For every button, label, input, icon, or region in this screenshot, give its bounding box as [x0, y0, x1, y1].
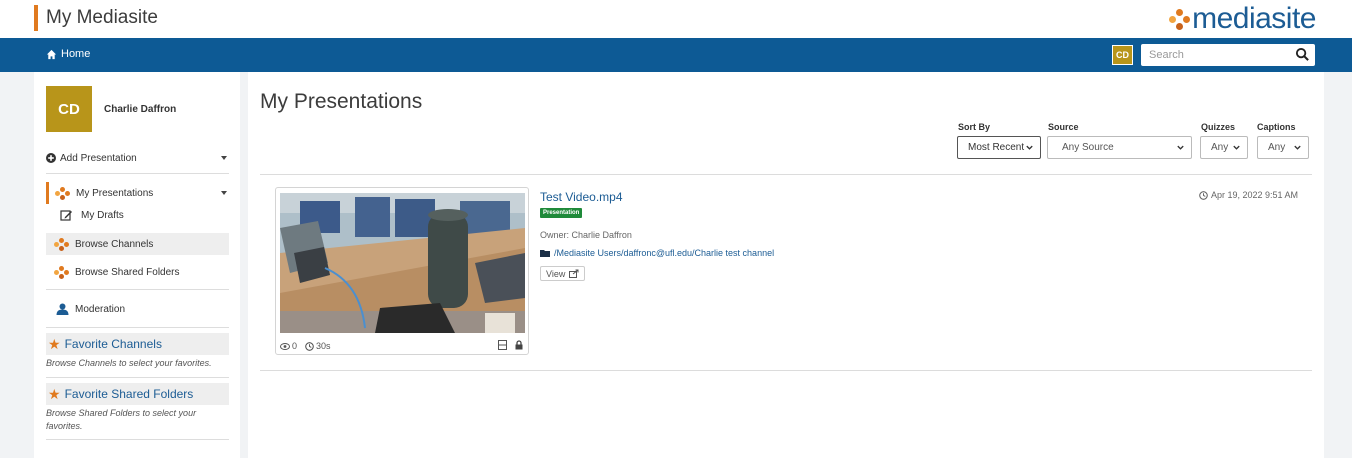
sidebar-item-my-presentations[interactable]: My Presentations — [46, 182, 229, 204]
presentation-date: Apr 19, 2022 9:51 AM — [1199, 190, 1298, 200]
eye-icon — [280, 342, 290, 350]
add-presentation-label: Add Presentation — [60, 152, 137, 164]
search-input[interactable] — [1141, 49, 1281, 61]
sidebar-item-label: Moderation — [75, 303, 126, 315]
clock-icon — [305, 341, 314, 351]
divider — [46, 377, 229, 378]
home-label: Home — [61, 48, 91, 60]
star-icon: ★ — [48, 336, 61, 352]
sidebar-item-moderation[interactable]: Moderation — [46, 298, 229, 320]
sidebar-item-my-drafts[interactable]: My Drafts — [46, 204, 229, 226]
captions-label: Captions — [1257, 122, 1296, 132]
page-title: My Presentations — [260, 90, 423, 113]
divider — [260, 370, 1312, 371]
mediasite-dots-icon — [55, 187, 70, 200]
quizzes-value: Any — [1211, 142, 1229, 153]
sidebar-item-label: Browse Shared Folders — [75, 266, 180, 278]
favorite-shared-folders-heading[interactable]: ★ Favorite Shared Folders — [46, 383, 229, 405]
duration-value: 30s — [316, 341, 331, 351]
divider — [46, 289, 229, 290]
home-icon — [46, 49, 57, 59]
divider — [46, 173, 229, 174]
date-value: Apr 19, 2022 9:51 AM — [1210, 190, 1298, 200]
captions-value: Any — [1268, 142, 1286, 153]
chevron-down-icon — [1294, 145, 1301, 150]
mediasite-dots-icon — [54, 266, 69, 279]
home-link[interactable]: Home — [46, 48, 90, 60]
sidebar-item-browse-shared-folders[interactable]: Browse Shared Folders — [46, 261, 229, 283]
chevron-down-icon — [221, 191, 227, 195]
sidebar-item-label: Browse Channels — [75, 238, 154, 250]
favorite-channels-note: Browse Channels to select your favorites… — [46, 358, 212, 368]
presentation-title-link[interactable]: Test Video.mp4 — [540, 190, 623, 204]
quizzes-label: Quizzes — [1201, 122, 1236, 132]
user-profile: CD Charlie Daffron — [46, 86, 176, 132]
sort-by-select[interactable]: Most Recent — [957, 136, 1041, 159]
chevron-down-icon — [1233, 145, 1240, 150]
divider — [260, 174, 1312, 175]
sidebar-item-label: My Drafts — [81, 209, 124, 221]
sidebar-item-browse-channels[interactable]: Browse Channels — [46, 233, 229, 255]
sort-by-label: Sort By — [958, 122, 991, 132]
views-count: 0 — [280, 341, 297, 351]
card-footer: 0 30s — [280, 340, 525, 352]
sort-by-value: Most Recent — [968, 142, 1025, 153]
avatar: CD — [46, 86, 92, 132]
external-link-icon — [569, 269, 579, 278]
divider — [46, 439, 229, 440]
mediasite-dots-icon — [1168, 8, 1191, 30]
clock-icon — [1199, 190, 1208, 200]
star-icon: ★ — [48, 386, 61, 402]
search-icon[interactable] — [1295, 47, 1310, 62]
app-title: My Mediasite — [46, 7, 158, 28]
folder-icon — [540, 250, 550, 257]
mediasite-dots-icon — [54, 238, 69, 251]
favorite-channels-title: Favorite Channels — [64, 337, 162, 351]
title-accent — [34, 5, 38, 31]
card-icons — [498, 340, 523, 350]
user-name: Charlie Daffron — [104, 103, 177, 115]
view-button[interactable]: View — [540, 266, 586, 281]
user-icon — [56, 303, 69, 315]
source-value: Any Source — [1062, 142, 1114, 153]
favorite-shared-folders-title: Favorite Shared Folders — [64, 387, 194, 401]
mediasite-logo[interactable]: mediasite — [1168, 2, 1316, 36]
captions-select[interactable]: Any — [1257, 136, 1309, 159]
path-text: /Mediasite Users/daffronc@ufl.edu/Charli… — [554, 248, 775, 258]
lock-icon — [515, 340, 523, 350]
chevron-down-icon — [221, 156, 227, 160]
user-avatar-button[interactable]: CD — [1112, 45, 1133, 65]
video-thumbnail-image — [280, 193, 525, 333]
nav-bar: Home CD — [0, 38, 1352, 72]
title-bar: My Mediasite mediasite — [0, 0, 1352, 38]
main-content: My Presentations Sort By Most Recent Sou… — [248, 72, 1324, 458]
plus-circle-icon — [46, 153, 56, 163]
favorite-shared-folders-note: Browse Shared Folders to select your fav… — [46, 408, 197, 431]
presentation-owner: Owner: Charlie Daffron — [540, 230, 632, 240]
views-value: 0 — [292, 341, 298, 351]
source-label: Source — [1048, 122, 1079, 132]
duration: 30s — [305, 341, 331, 351]
active-indicator — [46, 182, 49, 204]
logo-wordmark: mediasite — [1192, 2, 1316, 35]
source-select[interactable]: Any Source — [1047, 136, 1192, 159]
view-label: View — [546, 268, 566, 279]
favorite-channels-heading[interactable]: ★ Favorite Channels — [46, 333, 229, 355]
search-box — [1141, 44, 1315, 66]
presentation-thumbnail[interactable] — [280, 193, 525, 333]
divider — [46, 327, 229, 328]
chevron-down-icon — [1177, 145, 1184, 150]
chevron-down-icon — [1026, 145, 1033, 150]
presentation-path-link[interactable]: /Mediasite Users/daffronc@ufl.edu/Charli… — [540, 248, 774, 258]
quizzes-select[interactable]: Any — [1200, 136, 1248, 159]
presentation-card[interactable]: 0 30s — [275, 187, 529, 355]
sidebar: CD Charlie Daffron Add Presentation My P… — [34, 72, 240, 458]
edit-icon — [60, 210, 72, 221]
sidebar-item-label: My Presentations — [76, 187, 154, 199]
film-strip-icon — [498, 340, 507, 350]
add-presentation-button[interactable]: Add Presentation — [46, 147, 229, 169]
presentation-badge: Presentation — [540, 208, 583, 218]
